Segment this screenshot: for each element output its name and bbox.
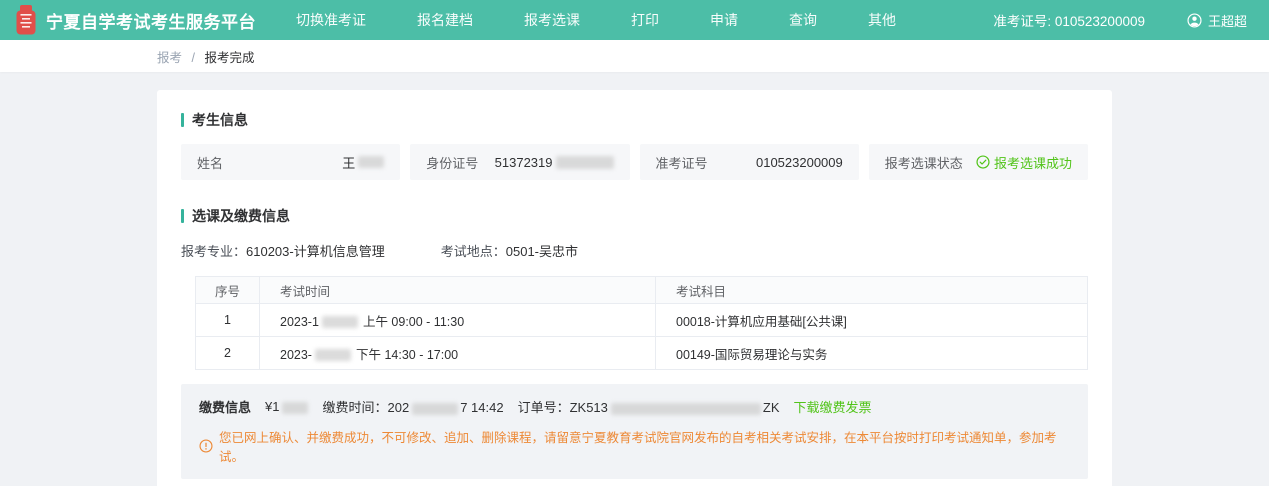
warning-circle-icon (199, 439, 213, 453)
field-id-value: 51372319 (495, 155, 614, 170)
breadcrumb-separator: / (192, 51, 195, 65)
ticket-number-text: 准考证号: 010523200009 (993, 10, 1145, 30)
field-ticket-label: 准考证号 (656, 153, 708, 172)
major-location-line: 报考专业：610203-计算机信息管理 考试地点：0501-吴忠市 (181, 241, 1088, 260)
field-ticket-number: 准考证号 010523200009 (640, 144, 859, 180)
payment-line: 缴费信息 ¥1 缴费时间：2027 14:42 订单号：ZK513ZK 下载缴费… (199, 397, 1070, 416)
field-id-label: 身份证号 (426, 153, 478, 172)
redacted-blur (358, 156, 384, 168)
row-exam-time: 2023-1上午 09:00 - 11:30 (260, 304, 656, 337)
row-exam-subject: 00149-国际贸易理论与实务 (656, 337, 1088, 370)
redacted-blur (556, 156, 614, 169)
breadcrumb: 报考 / 报考完成 (157, 47, 1112, 66)
major-info: 报考专业：610203-计算机信息管理 (181, 241, 385, 260)
status-text: 报考选课成功 (994, 153, 1072, 172)
user-avatar-icon (1187, 13, 1202, 28)
redacted-blur (322, 316, 358, 328)
table-header-row: 序号 考试时间 考试科目 (196, 277, 1088, 304)
field-name-value: 王 (342, 153, 384, 172)
notice-text: 您已网上确认、并缴费成功，不可修改、追加、删除课程，请留意宁夏教育考试院官网发布… (219, 427, 1070, 465)
redacted-blur (412, 403, 458, 415)
redacted-blur (611, 403, 761, 415)
field-id-number: 身份证号 51372319 (410, 144, 629, 180)
payment-order-number: 订单号：ZK513ZK (518, 397, 780, 416)
payment-time: 缴费时间：2027 14:42 (322, 397, 503, 416)
table-row: 2 2023-下午 14:30 - 17:00 00149-国际贸易理论与实务 (196, 337, 1088, 370)
major-value: 610203-计算机信息管理 (246, 244, 385, 259)
field-name: 姓名 王 (181, 144, 400, 180)
payment-info-box: 缴费信息 ¥1 缴费时间：2027 14:42 订单号：ZK513ZK 下载缴费… (181, 384, 1088, 479)
exam-schedule-table: 序号 考试时间 考试科目 1 2023-1上午 09:00 - 11:30 00… (195, 276, 1088, 370)
payment-notice: 您已网上确认、并缴费成功，不可修改、追加、删除课程，请留意宁夏教育考试院官网发布… (199, 427, 1070, 465)
row-exam-subject: 00018-计算机应用基础[公共课] (656, 304, 1088, 337)
platform-title: 宁夏自学考试考生服务平台 (46, 8, 256, 33)
col-header-subject: 考试科目 (656, 277, 1088, 304)
row-exam-time: 2023-下午 14:30 - 17:00 (260, 337, 656, 370)
nav-item-registration[interactable]: 报名建档 (417, 10, 473, 30)
nav-item-other[interactable]: 其他 (868, 10, 896, 30)
table-row: 1 2023-1上午 09:00 - 11:30 00018-计算机应用基础[公… (196, 304, 1088, 337)
nav-item-apply[interactable]: 申请 (710, 10, 738, 30)
user-name: 王超超 (1208, 11, 1247, 30)
location-value: 0501-吴忠市 (506, 244, 578, 259)
section-title-candidate-info: 考生信息 (181, 110, 1088, 130)
col-header-time: 考试时间 (260, 277, 656, 304)
main-content: 考生信息 姓名 王 身份证号 51372319 准考证号 01052320000… (0, 72, 1269, 486)
candidate-field-row: 姓名 王 身份证号 51372319 准考证号 010523200009 报考选… (181, 144, 1088, 180)
status-badge: 报考选课成功 (976, 153, 1072, 172)
nav-item-course-selection[interactable]: 报考选课 (524, 10, 580, 30)
location-info: 考试地点：0501-吴忠市 (441, 241, 578, 260)
field-name-label: 姓名 (197, 153, 223, 172)
platform-logo-icon (14, 5, 38, 35)
header-right: 准考证号: 010523200009 王超超 (993, 10, 1247, 30)
field-ticket-value: 010523200009 (756, 155, 843, 170)
download-invoice-link[interactable]: 下载缴费发票 (794, 397, 872, 416)
app-header: 宁夏自学考试考生服务平台 切换准考证 报名建档 报考选课 打印 申请 查询 其他… (0, 0, 1269, 40)
field-status-label: 报考选课状态 (885, 153, 963, 172)
redacted-blur (315, 349, 351, 361)
check-circle-icon (976, 155, 990, 169)
breadcrumb-parent[interactable]: 报考 (157, 51, 182, 65)
payment-amount: ¥1 (265, 399, 308, 414)
breadcrumb-bar: 报考 / 报考完成 (0, 40, 1269, 72)
payment-label: 缴费信息 (199, 397, 251, 416)
main-nav: 切换准考证 报名建档 报考选课 打印 申请 查询 其他 (296, 10, 896, 30)
redacted-blur (282, 402, 308, 414)
row-index: 2 (196, 337, 260, 370)
user-menu[interactable]: 王超超 (1187, 11, 1247, 30)
result-card: 考生信息 姓名 王 身份证号 51372319 准考证号 01052320000… (157, 90, 1112, 486)
row-index: 1 (196, 304, 260, 337)
nav-item-switch-ticket[interactable]: 切换准考证 (296, 10, 366, 30)
nav-item-query[interactable]: 查询 (789, 10, 817, 30)
breadcrumb-current: 报考完成 (204, 51, 254, 65)
col-header-index: 序号 (196, 277, 260, 304)
nav-item-print[interactable]: 打印 (631, 10, 659, 30)
section-title-course-payment: 选课及缴费信息 (181, 206, 1088, 226)
field-selection-status: 报考选课状态 报考选课成功 (869, 144, 1088, 180)
